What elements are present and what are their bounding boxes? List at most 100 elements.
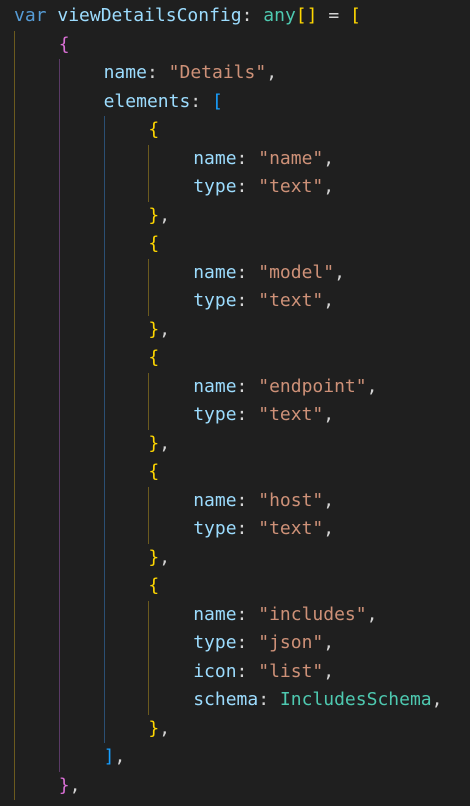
code-token: elements bbox=[103, 90, 191, 112]
code-token: : bbox=[236, 290, 259, 311]
code-token: name bbox=[103, 62, 147, 83]
code-token: } bbox=[148, 717, 160, 739]
code-token: type bbox=[193, 404, 237, 425]
code-line[interactable]: name: "host", bbox=[193, 487, 334, 515]
code-token: , bbox=[323, 632, 335, 653]
code-token: var bbox=[14, 5, 47, 26]
code-token: IncludesSchema bbox=[279, 689, 432, 710]
code-token: { bbox=[148, 347, 160, 368]
code-token: : bbox=[236, 147, 259, 169]
code-token: "name" bbox=[258, 147, 324, 169]
code-token: : bbox=[190, 90, 212, 112]
code-token: "Details" bbox=[168, 62, 267, 83]
code-token: "host" bbox=[258, 489, 324, 511]
code-line[interactable]: name: "name", bbox=[193, 145, 334, 173]
code-line[interactable]: name: "model", bbox=[193, 259, 345, 287]
code-token: , bbox=[323, 290, 335, 311]
code-token: : bbox=[236, 518, 259, 539]
code-token: } bbox=[148, 432, 160, 454]
code-token: , bbox=[334, 261, 345, 283]
code-line[interactable]: }, bbox=[148, 316, 170, 344]
code-token: , bbox=[114, 746, 126, 767]
code-token: } bbox=[148, 204, 160, 226]
code-token: icon bbox=[193, 660, 237, 682]
code-line[interactable]: var viewDetailsConfig: any[] = [ bbox=[14, 2, 361, 30]
code-token: name bbox=[193, 489, 237, 511]
code-token: { bbox=[148, 119, 160, 140]
indent-guide bbox=[148, 144, 150, 202]
code-line[interactable]: name: "Details", bbox=[104, 59, 277, 87]
code-token: , bbox=[323, 176, 335, 197]
code-token: : bbox=[236, 176, 259, 197]
code-token: any bbox=[263, 5, 296, 26]
code-line[interactable]: }, bbox=[148, 202, 170, 230]
indent-guide bbox=[14, 30, 15, 800]
code-token: , bbox=[159, 204, 171, 226]
code-token: , bbox=[323, 404, 335, 425]
code-token: , bbox=[323, 489, 335, 511]
code-line[interactable]: name: "endpoint", bbox=[193, 373, 377, 401]
code-token: , bbox=[323, 147, 335, 169]
code-token: "includes" bbox=[258, 603, 367, 625]
code-token: : bbox=[236, 489, 259, 511]
code-line[interactable]: elements: [ bbox=[104, 88, 223, 116]
code-token: type bbox=[193, 632, 237, 653]
code-line[interactable]: icon: "list", bbox=[193, 658, 334, 686]
code-line[interactable]: type: "json", bbox=[193, 629, 334, 657]
code-token: type bbox=[193, 176, 237, 197]
code-token: : bbox=[236, 632, 259, 653]
code-token: type bbox=[193, 518, 237, 539]
code-token: , bbox=[159, 432, 171, 454]
code-line[interactable]: { bbox=[148, 572, 159, 600]
code-token: "list" bbox=[258, 660, 324, 682]
code-line[interactable]: { bbox=[148, 344, 159, 372]
code-token: , bbox=[159, 318, 171, 340]
code-token: viewDetailsConfig bbox=[57, 5, 242, 26]
code-token: [] bbox=[295, 5, 318, 26]
code-token: name bbox=[193, 261, 237, 283]
code-line[interactable]: { bbox=[59, 31, 70, 59]
code-line[interactable]: type: "text", bbox=[193, 287, 334, 315]
code-line[interactable]: }, bbox=[59, 772, 81, 800]
code-line[interactable]: type: "text", bbox=[193, 515, 334, 543]
code-line[interactable]: }, bbox=[148, 430, 170, 458]
code-token: , bbox=[159, 546, 171, 568]
code-token: , bbox=[323, 518, 335, 539]
code-token: "model" bbox=[258, 261, 335, 283]
code-token: : bbox=[236, 404, 259, 425]
code-token: type bbox=[193, 290, 237, 311]
code-editor[interactable]: var viewDetailsConfig: any[] = [{name: "… bbox=[0, 0, 470, 806]
indent-guide bbox=[103, 116, 105, 743]
code-line[interactable]: }, bbox=[148, 544, 170, 572]
code-line[interactable]: { bbox=[148, 458, 159, 486]
code-line[interactable]: name: "includes", bbox=[193, 601, 377, 629]
code-line[interactable]: { bbox=[148, 230, 159, 258]
code-token: { bbox=[58, 33, 70, 55]
indent-guide bbox=[148, 258, 150, 316]
code-line[interactable]: ], bbox=[104, 743, 126, 771]
code-token: : bbox=[236, 660, 259, 682]
code-line[interactable]: schema: IncludesSchema, bbox=[193, 686, 442, 714]
code-token: : bbox=[236, 603, 259, 625]
code-token: "endpoint" bbox=[258, 375, 367, 397]
code-token: ] bbox=[103, 746, 115, 767]
code-token: : bbox=[146, 62, 169, 83]
indent-guide bbox=[148, 372, 150, 430]
code-line[interactable]: type: "text", bbox=[193, 401, 334, 429]
code-token: [ bbox=[350, 5, 361, 26]
code-line[interactable]: }, bbox=[148, 715, 170, 743]
code-line[interactable]: type: "text", bbox=[193, 173, 334, 201]
code-token: : bbox=[236, 375, 259, 397]
code-token: "text" bbox=[258, 290, 324, 311]
code-token: { bbox=[148, 233, 160, 254]
code-token: , bbox=[323, 660, 335, 682]
code-token: { bbox=[148, 575, 160, 596]
code-line[interactable]: { bbox=[148, 116, 159, 144]
code-token: "text" bbox=[258, 518, 324, 539]
code-token: [ bbox=[211, 90, 223, 112]
code-token: , bbox=[266, 62, 278, 83]
code-token: , bbox=[366, 375, 378, 397]
code-token: = bbox=[317, 5, 350, 26]
indent-guide bbox=[148, 600, 150, 715]
